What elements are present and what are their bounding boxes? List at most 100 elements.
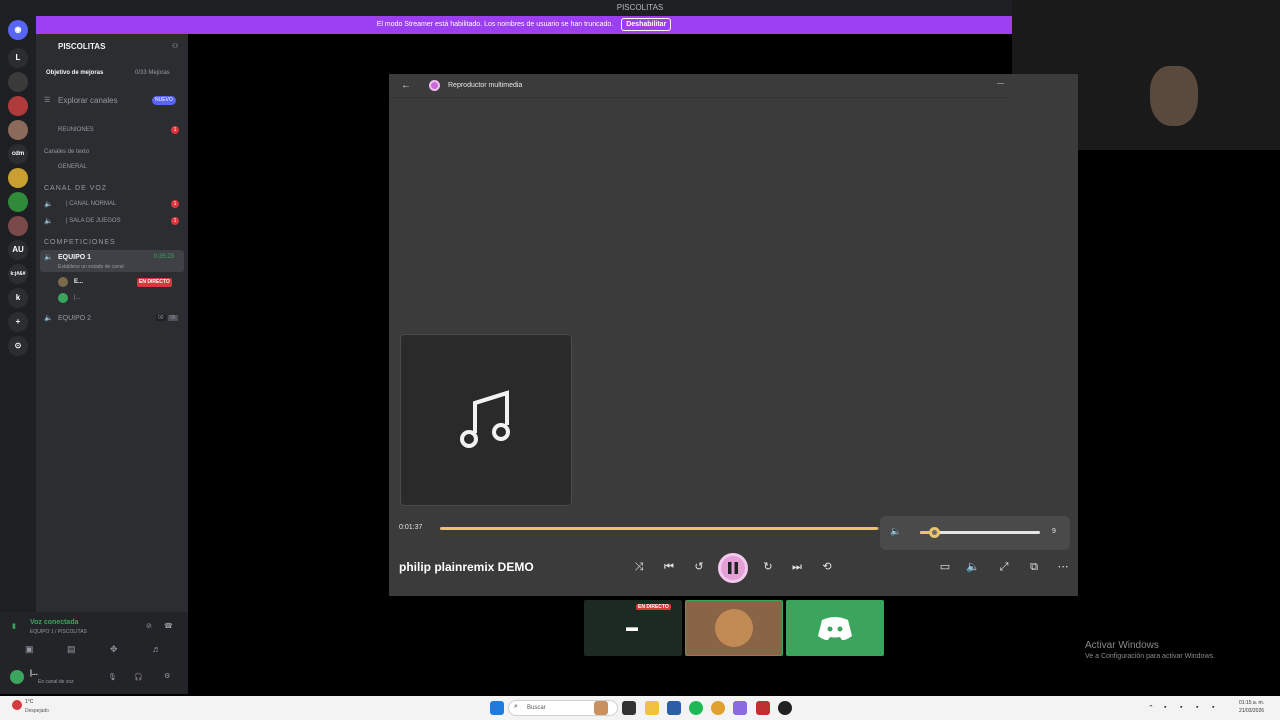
tray-app-icon[interactable]: ▪ (1180, 704, 1182, 711)
discord-home-icon[interactable]: ◉ (8, 20, 28, 40)
channel-equipo1[interactable]: EQUIPO 1 (58, 254, 91, 261)
category-competiciones[interactable]: COMPETICIONES (44, 239, 116, 246)
spotify-icon[interactable] (689, 701, 703, 715)
volume-button-icon[interactable]: 🔈 (962, 556, 984, 578)
server-avatar-2[interactable] (8, 96, 28, 116)
tray-chevron-icon[interactable]: ⌃ (1148, 704, 1154, 712)
cast-icon[interactable]: ⧉ (1023, 556, 1045, 578)
network-icon[interactable]: ▪ (1196, 704, 1198, 711)
media-player-taskbar-icon[interactable] (733, 701, 747, 715)
user-name[interactable]: |... (30, 670, 38, 677)
seek-bar-fill (440, 527, 878, 530)
chrome-icon[interactable] (711, 701, 725, 715)
webcam-person (1150, 66, 1198, 126)
miniplayer-icon[interactable]: ▭ (934, 556, 956, 578)
forward-icon[interactable]: ↻ (757, 556, 779, 578)
server-avatar-5[interactable] (8, 192, 28, 212)
player-title: Reproductor multimedia (448, 82, 523, 89)
boost-goal-label[interactable]: Objetivo de mejoras (46, 70, 103, 76)
clock-date[interactable]: 21/03/2026 (1239, 708, 1264, 714)
mic-icon[interactable]: 🎙 (108, 673, 117, 681)
noise-icon[interactable]: ⊘ (146, 622, 152, 630)
avatar[interactable] (58, 293, 68, 303)
clock-time[interactable]: 01:15 a. m. (1239, 700, 1264, 706)
unread-badge: 1 (171, 217, 179, 225)
file-explorer-icon[interactable] (645, 701, 659, 715)
activate-title: Activar Windows (1085, 640, 1159, 651)
pause-icon (728, 562, 738, 574)
channel-status[interactable]: Establece un estado de canal (58, 264, 124, 270)
album-art (400, 334, 572, 506)
headset-icon[interactable]: 🎧 (134, 673, 143, 681)
track-title: philip plainremix DEMO (399, 560, 534, 574)
channel-reuniones[interactable]: REUNIONES (58, 127, 94, 133)
soundboard-icon[interactable]: ♬ (152, 644, 161, 654)
back-icon[interactable]: ← (401, 80, 411, 91)
next-icon[interactable]: ⏭ (786, 556, 808, 578)
voice-channel-path[interactable]: EQUIPO 1 / PISCOLITAS (30, 629, 87, 635)
play-app-icon[interactable] (778, 701, 792, 715)
server-kj[interactable]: k:j#&# (8, 264, 28, 284)
weather-icon[interactable] (12, 700, 22, 710)
tray-app-icon[interactable]: ▪ (1164, 704, 1166, 711)
channel-general[interactable]: GENERAL (58, 164, 87, 170)
widget-icon[interactable] (594, 701, 608, 715)
add-server-icon[interactable]: + (8, 312, 28, 332)
speaker-tray-icon[interactable]: ▪ (1212, 704, 1214, 711)
app-icon[interactable] (756, 701, 770, 715)
task-view-icon[interactable] (622, 701, 636, 715)
channel-equipo2[interactable]: EQUIPO 2 (58, 315, 91, 322)
voice-user-2[interactable]: |... (74, 295, 81, 301)
server-k[interactable]: k (8, 288, 28, 308)
voice-user-1[interactable]: E... (74, 279, 83, 285)
volume-thumb[interactable] (929, 527, 940, 538)
server-avatar-3[interactable] (8, 120, 28, 140)
category-text-channels[interactable]: Canales de texto (44, 149, 89, 155)
category-voice[interactable]: CANAL DE VOZ (44, 185, 107, 192)
server-cdm[interactable]: cdm (8, 144, 28, 164)
screenshare-icon[interactable]: ▤ (67, 644, 76, 655)
stream-thumb-avatar[interactable] (685, 600, 783, 656)
server-avatar-6[interactable] (8, 216, 28, 236)
camera-icon[interactable]: ▣ (25, 644, 34, 655)
server-avatar-4[interactable] (8, 168, 28, 188)
channel-normal[interactable]: | CANAL NORMAL (66, 201, 116, 207)
more-icon[interactable]: ⋯ (1052, 556, 1074, 578)
server-name[interactable]: PISCOLITAS (58, 42, 105, 51)
server-avatar-1[interactable] (8, 72, 28, 92)
minimize-icon[interactable]: — (997, 80, 1004, 87)
weather-desc: Despejado (25, 708, 49, 714)
explore-icon: ☰ (44, 97, 51, 104)
unread-badge: 1 (171, 126, 179, 134)
fullscreen-icon[interactable]: ⤢ (993, 556, 1015, 578)
channel-sala-juegos[interactable]: | SALA DE JUEGOS (66, 218, 121, 224)
activities-icon[interactable]: ✥ (110, 644, 118, 655)
avatar[interactable] (10, 670, 24, 684)
stream-thumb-discord[interactable] (786, 600, 884, 656)
channel-sidebar: PISCOLITAS ⚇ Objetivo de mejoras 0/33 Me… (36, 34, 188, 694)
stream-thumb-screen[interactable]: EN DIRECTO ▬ (584, 600, 682, 656)
explore-channels[interactable]: Explorar canales (58, 96, 118, 105)
discover-icon[interactable]: ⊙ (8, 336, 28, 356)
previous-icon[interactable]: ⏮ (658, 556, 680, 578)
repeat-off-icon[interactable]: ⟲ (816, 556, 838, 578)
store-icon[interactable] (667, 701, 681, 715)
disable-streamer-button[interactable]: Deshabilitar (621, 18, 672, 31)
volume-icon[interactable]: 🔈 (885, 521, 907, 543)
volume-value: 9 (1052, 528, 1056, 535)
add-member-icon[interactable]: ⚇ (172, 42, 178, 50)
settings-icon[interactable]: ⚙ (164, 672, 170, 680)
voice-connected[interactable]: Voz conectada (30, 619, 79, 626)
search-placeholder: Buscar (527, 705, 546, 711)
server-au[interactable]: AU (8, 240, 28, 260)
disconnect-icon[interactable]: ☎ (164, 622, 173, 630)
signal-icon: ▮ (12, 623, 16, 630)
speaker-icon: 🔈 (44, 315, 53, 322)
pause-button[interactable] (718, 553, 748, 583)
windows-start-icon[interactable] (490, 701, 504, 715)
server-l[interactable]: L (8, 48, 28, 68)
shuffle-icon[interactable]: ⤨ (628, 556, 650, 578)
rewind-icon[interactable]: ↺ (688, 556, 710, 578)
monitor-icon: ▬ (626, 620, 638, 634)
avatar[interactable] (58, 277, 68, 287)
